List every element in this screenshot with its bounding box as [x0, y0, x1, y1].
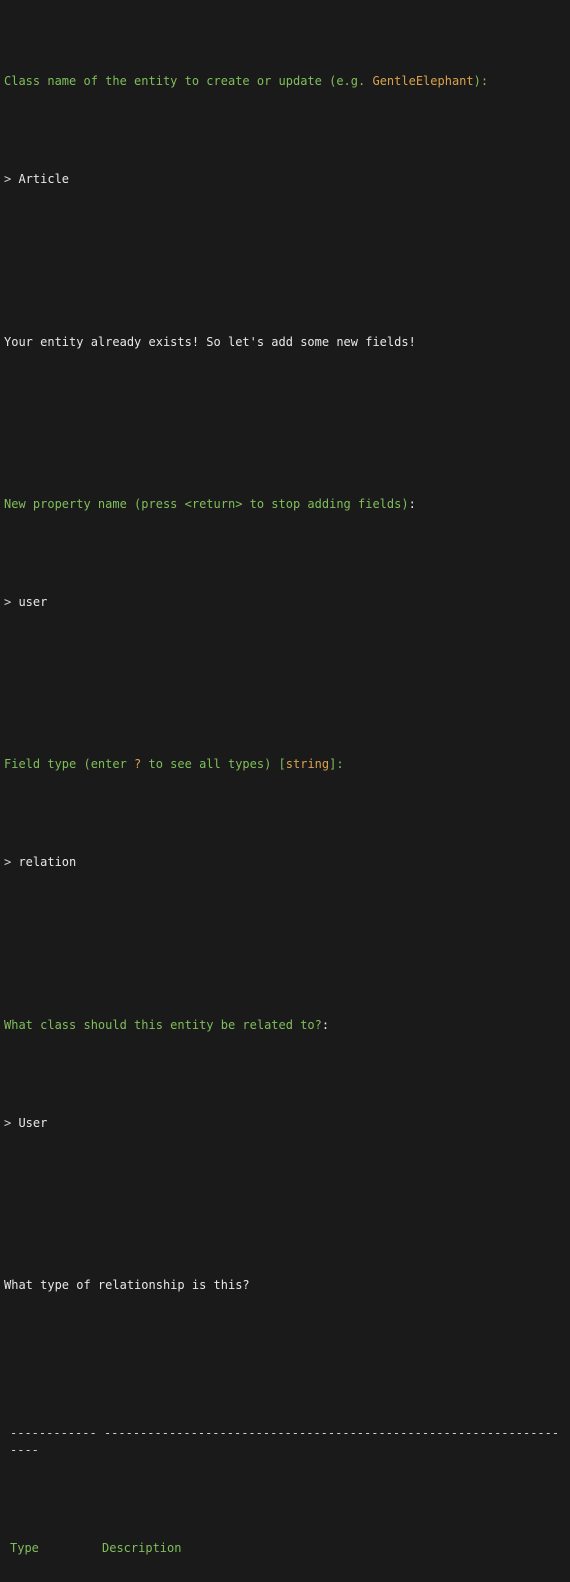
input-class-name: > Article — [4, 171, 566, 188]
prompt-field-type: Field type (enter ? to see all types) [s… — [4, 756, 566, 773]
msg-entity-exists: Your entity already exists! So let's add… — [4, 334, 566, 351]
terminal-output: Class name of the entity to create or up… — [0, 0, 570, 1582]
header-type: Type — [4, 1540, 102, 1557]
input-new-property: > user — [4, 594, 566, 611]
table-header: Type Description — [4, 1540, 566, 1557]
prompt-relationship-type: What type of relationship is this? — [4, 1277, 566, 1294]
prompt-related-class: What class should this entity be related… — [4, 1017, 566, 1034]
prompt-new-property: New property name (press <return> to sto… — [4, 496, 566, 513]
header-description: Description — [102, 1540, 566, 1557]
input-related-class: > User — [4, 1115, 566, 1132]
table-divider: ------------ ---------------------------… — [4, 1425, 566, 1459]
prompt-class-name: Class name of the entity to create or up… — [4, 73, 566, 90]
input-field-type: > relation — [4, 854, 566, 871]
